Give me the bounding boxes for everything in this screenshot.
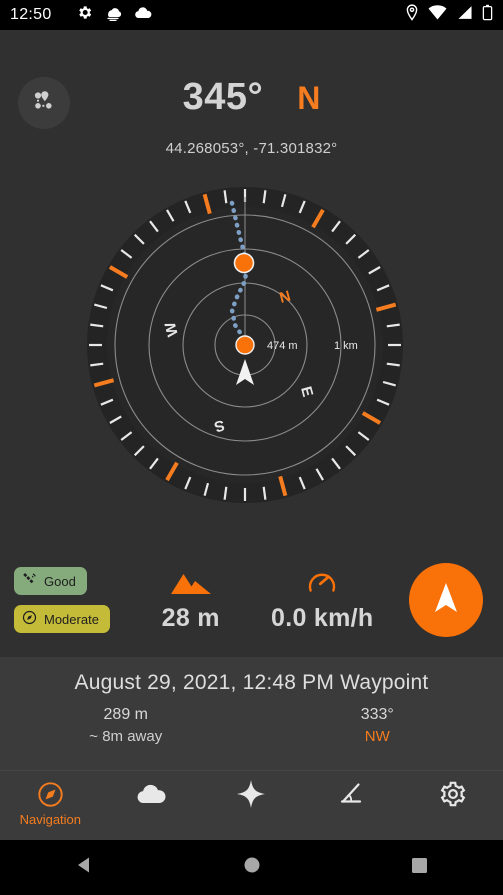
system-home-button[interactable] bbox=[168, 856, 336, 879]
metrics-strip: Good Moderate 28 m 0.0 km/h bbox=[0, 545, 503, 655]
compass-icon bbox=[22, 610, 37, 628]
altitude-metric: 28 m bbox=[125, 568, 257, 633]
recents-square-icon bbox=[411, 857, 428, 879]
nav-item-astronomy[interactable] bbox=[201, 779, 302, 812]
speedometer-icon bbox=[257, 568, 389, 598]
bottom-navigation: Navigation bbox=[0, 770, 503, 840]
system-navigation-bar bbox=[0, 840, 503, 895]
radar-scale-outer: 1 km bbox=[334, 340, 358, 352]
heading-cardinal: N bbox=[297, 80, 321, 116]
nav-item-navigation-label: Navigation bbox=[19, 812, 82, 827]
fog-cloud-icon bbox=[103, 5, 123, 26]
star-icon bbox=[236, 779, 266, 809]
navigation-arrow-icon bbox=[432, 581, 460, 620]
heading-row: 345° N bbox=[0, 76, 503, 119]
status-badge-compass-label: Moderate bbox=[44, 611, 99, 627]
inclinometer-icon bbox=[338, 779, 366, 809]
status-bar: 12:50 bbox=[0, 0, 503, 30]
speed-value: 0.0 km/h bbox=[271, 603, 374, 632]
fab-slot bbox=[388, 563, 503, 637]
waypoint-bearing: 333° bbox=[360, 706, 394, 723]
waypoint-distance: 289 m bbox=[103, 706, 148, 723]
waypoint-title: August 29, 2021, 12:48 PM Waypoint bbox=[74, 671, 429, 694]
status-badge-gps-label: Good bbox=[44, 573, 76, 589]
waypoint-distance-sub: ~ 8m away bbox=[89, 728, 163, 745]
nav-item-weather[interactable] bbox=[101, 779, 202, 812]
cell-signal-icon bbox=[456, 5, 473, 25]
system-recents-button[interactable] bbox=[335, 857, 503, 879]
waypoint-bearing-col: 333° NW bbox=[252, 706, 503, 745]
status-chips: Good Moderate bbox=[0, 567, 125, 633]
back-triangle-icon bbox=[74, 855, 94, 880]
status-clock: 12:50 bbox=[10, 6, 52, 23]
radar-waypoint bbox=[233, 252, 255, 274]
satellite-icon bbox=[22, 572, 37, 590]
battery-icon bbox=[482, 4, 493, 26]
system-back-button[interactable] bbox=[0, 855, 168, 880]
speed-metric: 0.0 km/h bbox=[257, 568, 389, 633]
heading-degrees: 345° bbox=[182, 76, 264, 118]
compass-icon bbox=[37, 779, 64, 809]
status-bar-right bbox=[405, 4, 493, 26]
home-circle-icon bbox=[243, 856, 261, 879]
altitude-value: 28 m bbox=[161, 603, 220, 632]
location-pin-icon bbox=[405, 4, 419, 26]
navigate-fab[interactable] bbox=[408, 563, 483, 637]
waypoint-distance-col: 289 m ~ 8m away bbox=[0, 706, 252, 745]
cloud-icon bbox=[133, 6, 153, 25]
gear-icon bbox=[76, 4, 93, 26]
radar-container: N E S W 474 m 1 km bbox=[0, 150, 503, 530]
waypoint-details: 289 m ~ 8m away 333° NW bbox=[0, 706, 503, 745]
cloud-icon bbox=[134, 779, 168, 809]
status-bar-left: 12:50 bbox=[10, 4, 153, 26]
radar-waypoint bbox=[235, 335, 255, 355]
waypoint-bearing-sub: NW bbox=[364, 728, 390, 745]
radar-compass[interactable]: N E S W 474 m 1 km bbox=[85, 185, 405, 505]
app-root: 12:50 345° N 44.268053°, -71.301832° N E… bbox=[0, 0, 503, 895]
radar-scale-inner: 474 m bbox=[267, 340, 298, 352]
nav-item-settings[interactable] bbox=[402, 779, 503, 812]
waypoint-panel[interactable]: August 29, 2021, 12:48 PM Waypoint 289 m… bbox=[0, 657, 503, 770]
status-badge-gps[interactable]: Good bbox=[14, 567, 87, 595]
status-badge-compass[interactable]: Moderate bbox=[14, 605, 110, 633]
nav-item-inclinometer[interactable] bbox=[302, 779, 403, 812]
gear-icon bbox=[439, 779, 467, 809]
header: 345° N 44.268053°, -71.301832° bbox=[0, 30, 503, 157]
nav-item-navigation[interactable]: Navigation bbox=[0, 779, 101, 827]
wifi-icon bbox=[428, 5, 447, 25]
mountain-icon bbox=[125, 568, 257, 598]
